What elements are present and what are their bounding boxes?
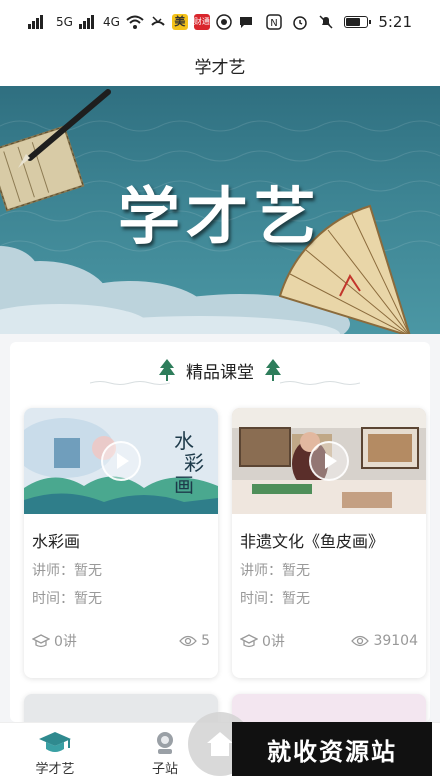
- thumb-text-shui: 水: [174, 429, 194, 453]
- section-header: 精品课堂: [10, 354, 430, 386]
- course-lecturer: 讲师：暂无: [32, 563, 102, 579]
- course-title: 水彩画: [32, 532, 81, 551]
- views-count: 5: [179, 633, 210, 649]
- featured-section: 精品课堂 水 彩 画 水彩画 讲师：暂无 时间：暂无 0讲 5 非遗文化《鱼皮画…: [10, 342, 430, 734]
- signal-icon-2: [78, 15, 97, 29]
- hero-banner[interactable]: 学才艺: [0, 86, 440, 334]
- graduation-cap-icon: [39, 731, 71, 752]
- chat-icon: [238, 14, 254, 30]
- graduation-cap-icon: [32, 634, 50, 648]
- lessons-label: 0讲: [54, 634, 77, 650]
- nfc-icon: N: [266, 14, 283, 30]
- course-footer: 0讲 5: [32, 630, 210, 652]
- app-badge-icon: 财通: [193, 14, 210, 30]
- course-time: 时间：暂无: [32, 591, 102, 607]
- section-deco-left: [90, 381, 170, 385]
- signal-icon: [28, 15, 50, 29]
- tree-icon-left: [159, 359, 175, 381]
- app-notify-icon: [216, 14, 232, 30]
- network-4g-label: 4G: [102, 15, 120, 29]
- section-title: 精品课堂: [186, 362, 254, 383]
- eye-icon: [179, 635, 197, 647]
- course-card-watercolor[interactable]: 水 彩 画 水彩画 讲师：暂无 时间：暂无 0讲 5: [24, 408, 218, 678]
- content-area: 精品课堂 水 彩 画 水彩画 讲师：暂无 时间：暂无 0讲 5 非遗文化《鱼皮画…: [0, 334, 440, 734]
- section-deco-right: [280, 381, 360, 385]
- thumb-text-cai: 彩: [184, 451, 204, 475]
- course-time: 时间：暂无: [240, 591, 310, 607]
- status-left: 5G 4G 美 财通: [28, 14, 254, 30]
- course-lecturer: 讲师：暂无: [240, 563, 310, 579]
- views-label: 39104: [373, 633, 418, 649]
- nav-item-learn-talent[interactable]: 学才艺: [0, 723, 110, 782]
- course-thumbnail[interactable]: [232, 408, 426, 514]
- wifi-icon: [126, 15, 144, 29]
- thumb-text-hua: 画: [174, 473, 194, 497]
- course-footer: 0讲 39104: [240, 630, 418, 652]
- lessons-label: 0讲: [262, 634, 285, 650]
- graduation-cap-icon: [240, 634, 258, 648]
- course-thumbnail[interactable]: 水 彩 画: [24, 408, 218, 514]
- play-icon[interactable]: [309, 441, 349, 481]
- missed-call-icon: [150, 15, 166, 29]
- svg-text:N: N: [271, 18, 278, 29]
- battery-icon: [344, 16, 372, 28]
- page-title: 学才艺: [194, 57, 246, 78]
- views-label: 5: [201, 633, 210, 649]
- clock: 5:21: [378, 13, 412, 31]
- mute-icon: [318, 14, 334, 30]
- status-right: N 5:21: [266, 13, 412, 31]
- views-count: 39104: [351, 633, 418, 649]
- tree-icon-right: [265, 359, 281, 381]
- course-card-fishskin[interactable]: 非遗文化《鱼皮画》 讲师：暂无 时间：暂无 0讲 39104: [232, 408, 426, 678]
- alarm-icon: [292, 14, 308, 30]
- home-icon: [207, 732, 233, 756]
- eye-icon: [351, 635, 370, 647]
- substation-icon: [157, 731, 173, 754]
- course-title: 非遗文化《鱼皮画》: [240, 532, 385, 551]
- nav-label: 子站: [151, 761, 178, 777]
- banner-title: 学才艺: [117, 180, 322, 253]
- watermark: 就收资源站: [232, 722, 432, 776]
- network-5g-label: 5G: [56, 15, 73, 29]
- lessons-count: 0讲: [32, 631, 77, 651]
- nav-label: 学才艺: [35, 761, 75, 777]
- status-bar: 5G 4G 美 财通 N 5:21: [0, 0, 440, 44]
- play-icon[interactable]: [101, 441, 141, 481]
- meituan-badge-icon: 美: [171, 14, 188, 30]
- lessons-count: 0讲: [240, 631, 285, 651]
